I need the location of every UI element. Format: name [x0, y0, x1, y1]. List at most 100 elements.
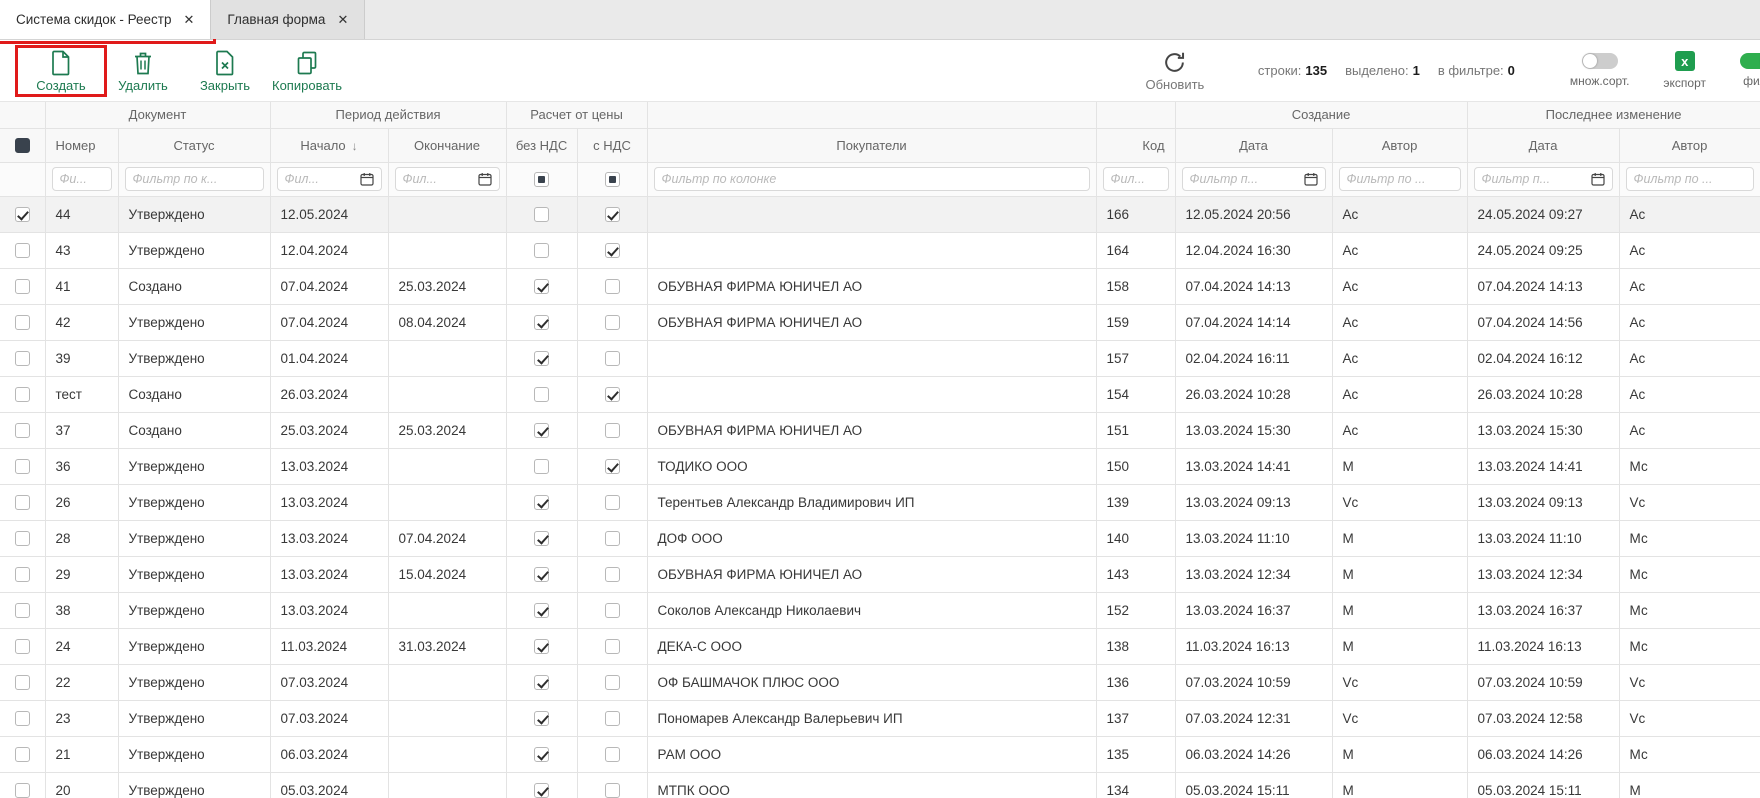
close-button[interactable]: Закрыть [184, 50, 266, 92]
vat-checkbox[interactable] [605, 315, 620, 330]
table-row[interactable]: 42 Утверждено 07.04.2024 08.04.2024 ОБУВ… [0, 304, 1760, 340]
no-vat-checkbox[interactable] [534, 711, 549, 726]
vat-checkbox[interactable] [605, 423, 620, 438]
table-row[interactable]: 36 Утверждено 13.03.2024 ТОДИКО ООО 150 … [0, 448, 1760, 484]
column-header-buyers[interactable]: Покупатели [647, 128, 1096, 162]
table-row[interactable]: 43 Утверждено 12.04.2024 164 12.04.2024 … [0, 232, 1760, 268]
filter-status-input[interactable] [133, 172, 256, 186]
vat-checkbox[interactable] [605, 675, 620, 690]
row-checkbox[interactable] [15, 279, 30, 294]
column-header-modified-date[interactable]: Дата [1467, 128, 1619, 162]
filter-modified-author-input[interactable] [1634, 172, 1746, 186]
vat-checkbox[interactable] [605, 747, 620, 762]
filter-number-input[interactable] [60, 172, 104, 186]
calendar-icon[interactable] [360, 172, 374, 186]
table-row[interactable]: 21 Утверждено 06.03.2024 РАМ ООО 135 06.… [0, 736, 1760, 772]
table-row[interactable]: 24 Утверждено 11.03.2024 31.03.2024 ДЕКА… [0, 628, 1760, 664]
vat-checkbox[interactable] [605, 459, 620, 474]
no-vat-checkbox[interactable] [534, 279, 549, 294]
row-checkbox[interactable] [15, 567, 30, 582]
table-row[interactable]: 37 Создано 25.03.2024 25.03.2024 ОБУВНАЯ… [0, 412, 1760, 448]
row-checkbox[interactable] [15, 711, 30, 726]
vat-checkbox[interactable] [605, 603, 620, 618]
vat-checkbox[interactable] [605, 783, 620, 798]
row-checkbox[interactable] [15, 423, 30, 438]
select-all-checkbox[interactable] [15, 138, 30, 153]
no-vat-checkbox[interactable] [534, 423, 549, 438]
calendar-icon[interactable] [1304, 172, 1318, 186]
no-vat-checkbox[interactable] [534, 387, 549, 402]
table-row[interactable]: 38 Утверждено 13.03.2024 Соколов Алексан… [0, 592, 1760, 628]
filter-buyers-input[interactable] [662, 172, 1082, 186]
multisort-toggle[interactable] [1582, 53, 1618, 69]
row-checkbox[interactable] [15, 315, 30, 330]
no-vat-checkbox[interactable] [534, 207, 549, 222]
no-vat-checkbox[interactable] [534, 495, 549, 510]
table-row[interactable]: 20 Утверждено 05.03.2024 МТПК ООО 134 05… [0, 772, 1760, 798]
vat-checkbox[interactable] [605, 387, 620, 402]
column-header-status[interactable]: Статус [118, 128, 270, 162]
no-vat-checkbox[interactable] [534, 639, 549, 654]
filter-end-input[interactable] [403, 172, 474, 186]
no-vat-checkbox[interactable] [534, 531, 549, 546]
row-checkbox[interactable] [15, 207, 30, 222]
filter-created-date-input[interactable] [1190, 172, 1300, 186]
vat-checkbox[interactable] [605, 279, 620, 294]
row-checkbox[interactable] [15, 459, 30, 474]
table-row[interactable]: 29 Утверждено 13.03.2024 15.04.2024 ОБУВ… [0, 556, 1760, 592]
row-checkbox[interactable] [15, 639, 30, 654]
copy-button[interactable]: Копировать [266, 50, 348, 92]
no-vat-checkbox[interactable] [534, 747, 549, 762]
no-vat-checkbox[interactable] [534, 603, 549, 618]
no-vat-checkbox[interactable] [534, 243, 549, 258]
filter-code-input[interactable] [1111, 172, 1161, 186]
table-row[interactable]: 22 Утверждено 07.03.2024 ОФ БАШМАЧОК ПЛЮ… [0, 664, 1760, 700]
column-header-number[interactable]: Номер [45, 128, 118, 162]
column-header-vat[interactable]: с НДС [577, 128, 647, 162]
column-header-created-date[interactable]: Дата [1175, 128, 1332, 162]
create-button[interactable]: Создать [20, 50, 102, 92]
table-row[interactable]: 26 Утверждено 13.03.2024 Терентьев Алекс… [0, 484, 1760, 520]
no-vat-checkbox[interactable] [534, 783, 549, 798]
column-header-no-vat[interactable]: без НДС [506, 128, 577, 162]
column-header-end[interactable]: Окончание [388, 128, 506, 162]
calendar-icon[interactable] [478, 172, 492, 186]
delete-button[interactable]: Удалить [102, 50, 184, 92]
filter-created-author-input[interactable] [1347, 172, 1453, 186]
column-header-code[interactable]: Код [1096, 128, 1175, 162]
vat-checkbox[interactable] [605, 711, 620, 726]
tab-main-form[interactable]: Главная форма ✕ [211, 0, 365, 39]
table-row[interactable]: 41 Создано 07.04.2024 25.03.2024 ОБУВНАЯ… [0, 268, 1760, 304]
no-vat-checkbox[interactable] [534, 315, 549, 330]
table-row[interactable]: 44 Утверждено 12.05.2024 166 12.05.2024 … [0, 196, 1760, 232]
tab-discount-registry[interactable]: Система скидок - Реестр ✕ [0, 0, 211, 39]
refresh-button[interactable]: Обновить [1132, 50, 1218, 91]
close-icon[interactable]: ✕ [337, 13, 348, 26]
vat-checkbox[interactable] [605, 531, 620, 546]
vat-checkbox[interactable] [605, 567, 620, 582]
table-row[interactable]: 28 Утверждено 13.03.2024 07.04.2024 ДОФ … [0, 520, 1760, 556]
column-header-start[interactable]: Начало↓ [270, 128, 388, 162]
vat-checkbox[interactable] [605, 243, 620, 258]
filter-vat-checkbox[interactable] [605, 172, 620, 187]
vat-checkbox[interactable] [605, 495, 620, 510]
row-checkbox[interactable] [15, 387, 30, 402]
column-header-modified-author[interactable]: Автор [1619, 128, 1760, 162]
filter-toggle[interactable] [1740, 53, 1760, 69]
filter-no-vat-checkbox[interactable] [534, 172, 549, 187]
no-vat-checkbox[interactable] [534, 567, 549, 582]
row-checkbox[interactable] [15, 351, 30, 366]
no-vat-checkbox[interactable] [534, 459, 549, 474]
close-icon[interactable]: ✕ [183, 13, 194, 26]
vat-checkbox[interactable] [605, 351, 620, 366]
table-row[interactable]: 39 Утверждено 01.04.2024 157 02.04.2024 … [0, 340, 1760, 376]
no-vat-checkbox[interactable] [534, 675, 549, 690]
row-checkbox[interactable] [15, 783, 30, 798]
filter-start-input[interactable] [285, 172, 356, 186]
calendar-icon[interactable] [1591, 172, 1605, 186]
row-checkbox[interactable] [15, 495, 30, 510]
filter-modified-date-input[interactable] [1482, 172, 1587, 186]
vat-checkbox[interactable] [605, 639, 620, 654]
export-button[interactable]: x экспорт [1663, 51, 1706, 90]
column-header-created-author[interactable]: Автор [1332, 128, 1467, 162]
